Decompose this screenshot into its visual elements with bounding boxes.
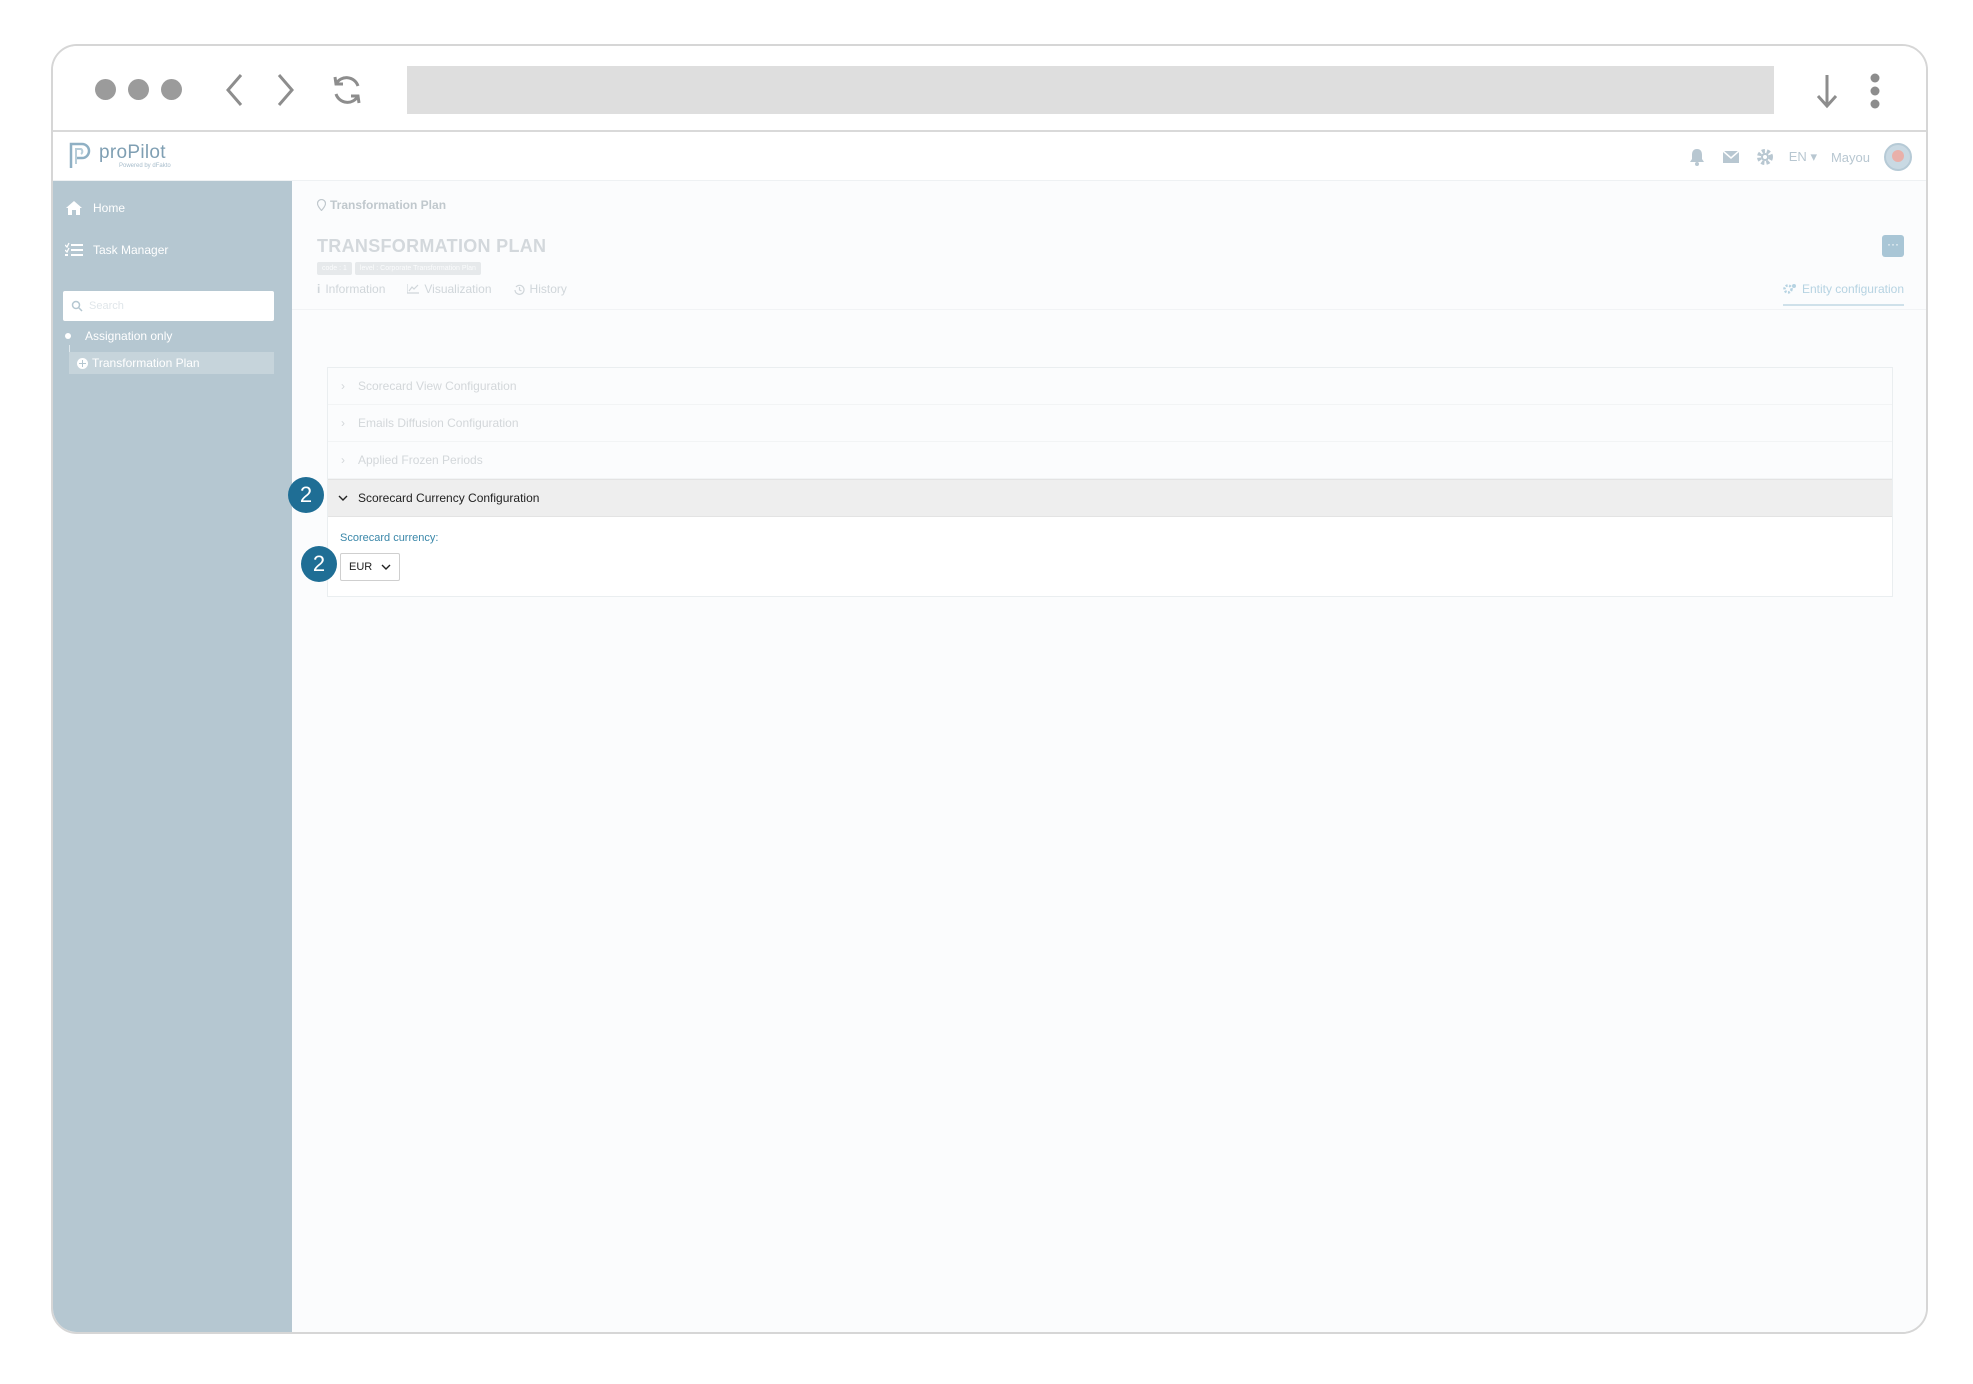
reload-icon[interactable]	[329, 72, 365, 108]
sidebar-item-label: Task Manager	[93, 243, 169, 257]
tab-label: Information	[325, 282, 386, 296]
accordion-title: Emails Diffusion Configuration	[358, 416, 519, 430]
tab-visualization[interactable]: Visualization	[407, 282, 492, 296]
accordion-title: Scorecard View Configuration	[358, 379, 517, 393]
tab-label: Visualization	[424, 282, 492, 296]
address-bar[interactable]	[407, 66, 1774, 114]
tree-item-label: Transformation Plan	[92, 356, 200, 370]
home-icon	[66, 201, 82, 215]
caret-down-icon: ▾	[1810, 149, 1817, 164]
sidebar-item-home[interactable]: Home	[65, 200, 125, 216]
history-icon	[513, 284, 525, 295]
more-options-button[interactable]: ···	[1882, 235, 1904, 257]
sidebar-search-input[interactable]: Search	[63, 291, 274, 321]
chevron-down-icon	[381, 564, 391, 570]
chevron-right-icon: ›	[341, 453, 345, 467]
browser-window: proPilot Powered by dFakto EN ▾ Mayou Ho…	[51, 44, 1928, 1334]
download-icon[interactable]	[1815, 72, 1839, 110]
language-selector[interactable]: EN ▾	[1789, 149, 1817, 165]
language-label: EN	[1788, 149, 1807, 164]
bell-icon[interactable]	[1687, 147, 1707, 167]
assignation-only-toggle[interactable]: Assignation only	[65, 329, 172, 343]
task-list-icon	[65, 242, 83, 256]
accordion-title: Scorecard Currency Configuration	[358, 491, 540, 505]
currency-select[interactable]: EUR	[340, 553, 400, 581]
logo-text[interactable]: proPilot	[99, 142, 166, 164]
map-pin-icon	[317, 199, 326, 211]
propilot-logo-icon[interactable]	[67, 140, 93, 170]
sidebar-item-task-manager[interactable]: Task Manager	[65, 242, 168, 258]
accordion-title: Applied Frozen Periods	[358, 453, 483, 467]
forward-arrow-icon[interactable]	[273, 72, 297, 108]
step-marker: 2	[288, 477, 324, 513]
badge-group: code : 1 level : Corporate Transformatio…	[317, 262, 481, 275]
search-icon	[71, 300, 83, 312]
search-placeholder: Search	[89, 300, 124, 312]
code-badge: code : 1	[317, 262, 352, 275]
info-icon: i	[317, 282, 321, 296]
breadcrumb-label[interactable]: Transformation Plan	[330, 198, 446, 212]
window-dot-icon[interactable]	[95, 79, 116, 100]
back-arrow-icon[interactable]	[223, 72, 247, 108]
accordion-emails-diffusion[interactable]: › Emails Diffusion Configuration	[328, 405, 1892, 442]
breadcrumb: Transformation Plan	[317, 198, 446, 212]
tab-information[interactable]: i Information	[317, 282, 385, 296]
header-actions: EN ▾ Mayou	[1687, 143, 1912, 171]
assignation-label: Assignation only	[85, 329, 173, 343]
logo-subtitle: Powered by dFakto	[119, 163, 171, 169]
currency-config-body: Scorecard currency: EUR	[328, 517, 1892, 596]
accordion-currency-configuration[interactable]: Scorecard Currency Configuration	[328, 479, 1892, 517]
chevron-right-icon: ›	[341, 379, 345, 393]
bullet-icon	[65, 333, 71, 339]
line-chart-icon	[407, 284, 420, 294]
accordion-scorecard-view[interactable]: › Scorecard View Configuration	[328, 368, 1892, 405]
currency-value: EUR	[349, 561, 373, 573]
app-header: proPilot Powered by dFakto EN ▾ Mayou	[53, 132, 1926, 181]
user-name[interactable]: Mayou	[1831, 150, 1870, 165]
currency-label: Scorecard currency:	[340, 532, 439, 544]
step-marker: 2	[301, 546, 337, 582]
main-content: Transformation Plan TRANSFORMATION PLAN …	[292, 181, 1926, 1332]
configuration-accordion: › Scorecard View Configuration › Emails …	[327, 367, 1893, 597]
tab-bar: i Information Visualization History	[317, 282, 567, 296]
tab-history[interactable]: History	[513, 282, 567, 296]
tab-label: Entity configuration	[1801, 282, 1904, 296]
browser-toolbar	[53, 46, 1926, 132]
sidebar: Home Task Manager Search Assignation onl…	[53, 181, 292, 1332]
mail-icon[interactable]	[1721, 147, 1741, 167]
cogs-icon	[1783, 284, 1796, 294]
window-dot-icon[interactable]	[161, 79, 182, 100]
page-title: TRANSFORMATION PLAN	[317, 236, 547, 256]
avatar[interactable]	[1884, 143, 1912, 171]
accordion-frozen-periods[interactable]: › Applied Frozen Periods	[328, 442, 1892, 479]
tabs-divider	[292, 309, 1926, 310]
level-badge: level : Corporate Transformation Plan	[354, 262, 481, 275]
tree-item-transformation-plan[interactable]: Transformation Plan	[69, 352, 274, 374]
chevron-down-icon	[328, 491, 358, 505]
expand-plus-icon[interactable]	[77, 357, 88, 369]
sidebar-item-label: Home	[93, 201, 126, 215]
gear-icon[interactable]	[1755, 147, 1775, 167]
window-dot-icon[interactable]	[128, 79, 149, 100]
tab-entity-configuration[interactable]: Entity configuration	[1782, 282, 1904, 306]
tab-label: History	[529, 282, 567, 296]
chevron-right-icon: ›	[341, 416, 345, 430]
menu-kebab-icon[interactable]	[1869, 72, 1881, 110]
